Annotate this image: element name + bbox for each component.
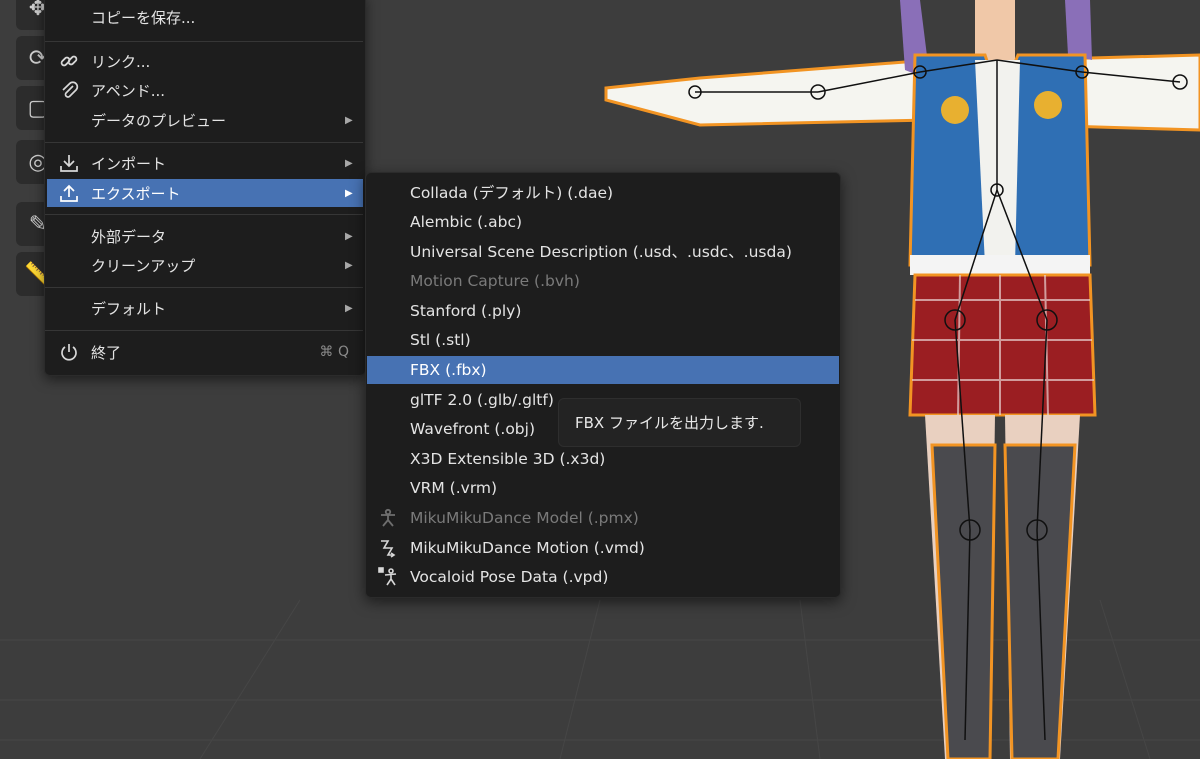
menu-separator: [45, 142, 363, 143]
export-item-bvh: Motion Capture (.bvh): [410, 271, 580, 290]
submenu-arrow-icon: ▶: [345, 230, 353, 242]
menu-separator: [45, 287, 363, 288]
menu-item-quit[interactable]: 終了 ⌘ Q: [47, 338, 363, 366]
export-item-x3d[interactable]: X3D Extensible 3D (.x3d): [367, 445, 839, 472]
export-item-fbx[interactable]: FBX (.fbx): [367, 356, 839, 384]
export-item-vmd[interactable]: MikuMikuDance Motion (.vmd): [367, 534, 839, 561]
submenu-arrow-icon: ▶: [345, 259, 353, 271]
export-item-usd[interactable]: Universal Scene Description (.usd、.usdc、…: [367, 237, 839, 264]
export-item-pmx: MikuMikuDance Model (.pmx): [367, 504, 839, 531]
menu-item-import[interactable]: インポート ▶: [47, 149, 363, 177]
submenu-arrow-icon: ▶: [345, 114, 353, 126]
menu-item-data-previews[interactable]: データのプレビュー ▶: [47, 106, 363, 134]
export-icon: [57, 183, 81, 203]
import-icon: [57, 153, 81, 173]
export-item-stl[interactable]: Stl (.stl): [367, 326, 839, 353]
export-item-ply[interactable]: Stanford (.ply): [367, 297, 839, 324]
link-icon: [57, 51, 81, 71]
paperclip-icon: [57, 80, 81, 100]
menu-item-external-data[interactable]: 外部データ ▶: [47, 222, 363, 250]
menu-separator: [45, 41, 363, 42]
fbx-tooltip: FBX ファイルを出力します.: [558, 398, 801, 447]
menu-item-clean-up[interactable]: クリーンアップ ▶: [47, 251, 363, 279]
menu-item-export[interactable]: エクスポート ▶: [47, 179, 363, 207]
menu-separator: [45, 330, 363, 331]
export-item-collada[interactable]: Collada (デフォルト) (.dae): [367, 178, 839, 205]
submenu-arrow-icon: ▶: [345, 157, 353, 169]
menu-item-save-copy[interactable]: コピーを保存...: [47, 3, 363, 31]
export-item-alembic[interactable]: Alembic (.abc): [367, 208, 839, 235]
menu-separator: [45, 214, 363, 215]
quit-shortcut: ⌘ Q: [319, 344, 349, 360]
submenu-arrow-icon: ▶: [345, 302, 353, 314]
armature-figure-icon: [376, 508, 400, 528]
menu-item-append[interactable]: アペンド...: [47, 76, 363, 104]
menu-item-defaults[interactable]: デフォルト ▶: [47, 294, 363, 322]
pose-figure-icon: [376, 566, 400, 587]
menu-item-link[interactable]: リンク...: [47, 47, 363, 75]
export-submenu: Collada (デフォルト) (.dae) Alembic (.abc) Un…: [365, 172, 841, 598]
export-item-vrm[interactable]: VRM (.vrm): [367, 474, 839, 501]
export-item-vpd[interactable]: Vocaloid Pose Data (.vpd): [367, 563, 839, 590]
motion-path-icon: [376, 538, 400, 558]
file-menu: コピーを保存... リンク... アペンド... データのプレビュー ▶ インポ…: [44, 0, 366, 376]
submenu-arrow-icon: ▶: [345, 187, 353, 199]
power-icon: [57, 342, 81, 362]
